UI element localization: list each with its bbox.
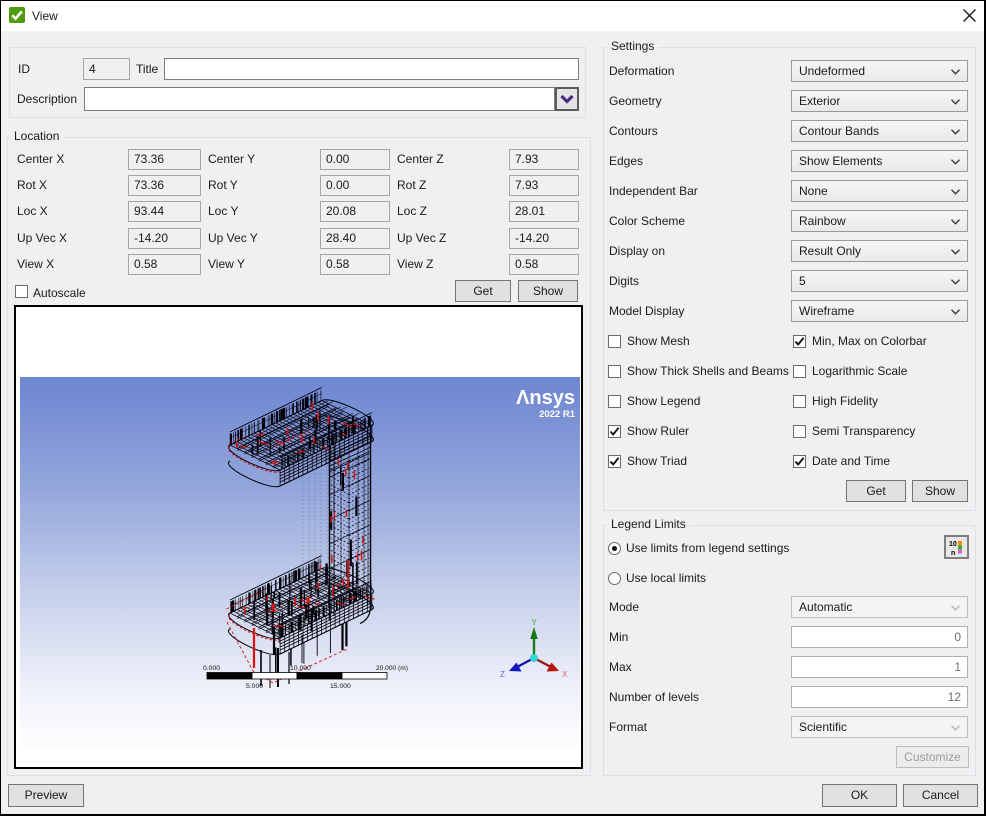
svg-text:2022 R1: 2022 R1 [539,409,576,420]
svg-text:5.000: 5.000 [246,683,263,690]
svg-text:15.000: 15.000 [330,683,351,690]
svg-text:Λnsys: Λnsys [516,387,575,409]
svg-text:X: X [562,670,568,679]
svg-text:10: 10 [949,541,957,548]
svg-text:10.000: 10.000 [290,665,311,672]
svg-text:Z: Z [500,670,505,679]
svg-text:n: n [951,550,955,557]
svg-text:0.000: 0.000 [203,665,220,672]
svg-text:Y: Y [532,618,538,627]
svg-text:20.000 (m): 20.000 (m) [376,665,408,672]
